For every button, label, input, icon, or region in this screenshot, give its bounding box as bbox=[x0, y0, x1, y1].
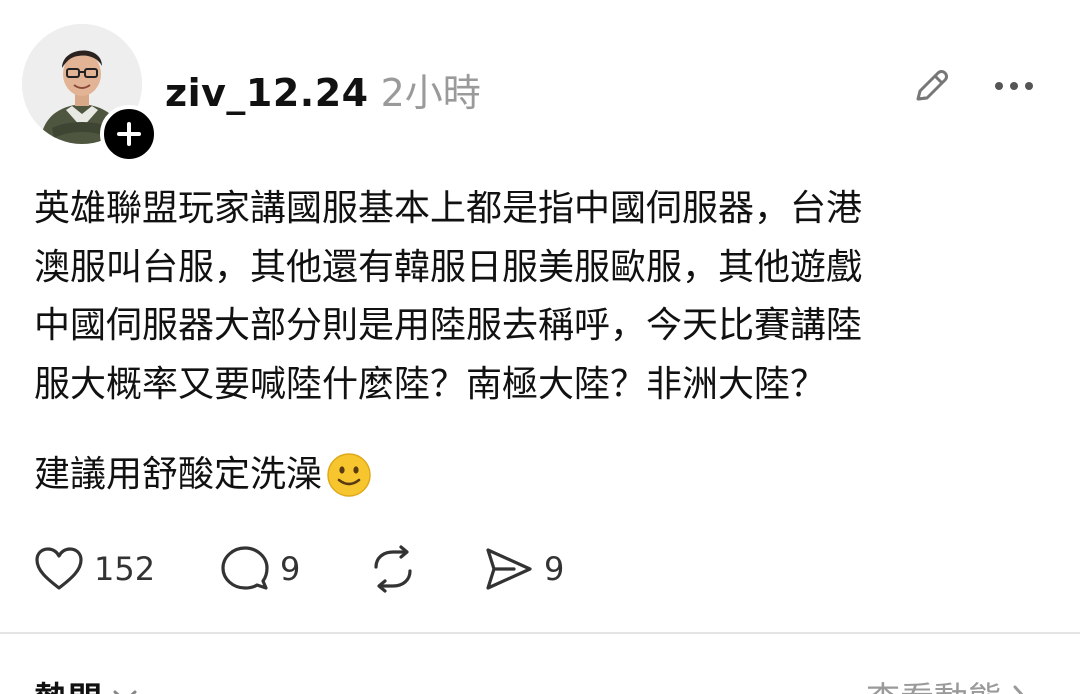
divider bbox=[0, 632, 1080, 634]
chevron-down-icon bbox=[113, 690, 137, 694]
post-body-line: 中國伺服器大部分則是用陸服去稱呼，今天比賽講陸 bbox=[34, 305, 863, 346]
repost-icon bbox=[374, 545, 412, 593]
follow-button[interactable] bbox=[100, 105, 158, 163]
pencil-icon bbox=[916, 70, 948, 101]
send-icon bbox=[486, 548, 532, 590]
post-view: ziv_12.24 2小時 英雄聯盟玩家講國服基本上都是指中國伺服器，台港 澳服… bbox=[0, 0, 1080, 694]
like-button[interactable]: 152 bbox=[34, 542, 155, 596]
post-second-text: 建議用舒酸定洗澡 bbox=[34, 454, 323, 495]
more-options-button[interactable] bbox=[988, 60, 1040, 112]
ellipsis-icon bbox=[995, 82, 1033, 90]
avatar-container bbox=[22, 24, 158, 163]
comment-count: 9 bbox=[280, 550, 301, 588]
comment-button[interactable]: 9 bbox=[220, 542, 300, 596]
repost-button[interactable] bbox=[368, 542, 428, 596]
view-activity-link[interactable]: 查看動態 bbox=[866, 672, 1028, 694]
post-body-line: 服大概率又要喊陸什麼陸？南極大陸？非洲大陸？ bbox=[34, 363, 827, 405]
post-actions: 152 9 9 bbox=[34, 542, 1034, 596]
share-count: 9 bbox=[544, 550, 565, 588]
slightly-smiling-face-icon bbox=[327, 453, 371, 497]
like-count: 152 bbox=[94, 550, 156, 588]
chevron-right-icon bbox=[1013, 685, 1024, 694]
post-second-paragraph: 建議用舒酸定洗澡 bbox=[34, 446, 372, 504]
sort-label: 熱門 bbox=[34, 672, 102, 694]
post-body-line: 澳服叫台服，其他還有韓服日服美服歐服，其他遊戲 bbox=[34, 246, 863, 288]
speech-bubble-icon bbox=[221, 546, 269, 590]
share-button[interactable]: 9 bbox=[484, 542, 564, 596]
post-header: ziv_12.24 2小時 bbox=[165, 62, 481, 117]
post-body: 英雄聯盟玩家講國服基本上都是指中國伺服器，台港 澳服叫台服，其他還有韓服日服美服… bbox=[34, 180, 1024, 414]
view-activity-label: 查看動態 bbox=[866, 672, 1002, 694]
username[interactable]: ziv_12.24 bbox=[165, 71, 369, 115]
plus-icon bbox=[117, 122, 141, 146]
post-body-line: 英雄聯盟玩家講國服基本上都是指中國伺服器，台港 bbox=[34, 188, 863, 229]
sort-selector[interactable]: 熱門 bbox=[34, 672, 138, 694]
post-timestamp: 2小時 bbox=[380, 71, 481, 115]
edit-button[interactable] bbox=[905, 60, 957, 112]
heart-icon bbox=[35, 547, 83, 590]
